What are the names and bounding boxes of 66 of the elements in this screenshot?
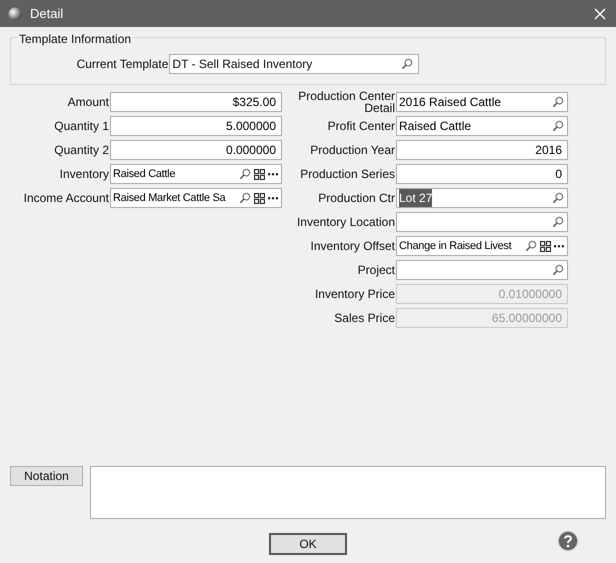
field-value: Change in Raised Livest xyxy=(399,238,512,254)
field-label: Inventory xyxy=(58,168,110,180)
field-label: Production Year xyxy=(309,144,396,156)
input-field[interactable]: Lot 27 xyxy=(396,188,568,208)
field-value: $325.00 xyxy=(232,94,276,111)
field-value: Lot 27 xyxy=(399,189,432,207)
field-label: Project xyxy=(356,264,396,276)
grid-icon[interactable] xyxy=(254,192,265,204)
search-icon[interactable] xyxy=(552,96,564,108)
input-field[interactable]: 2016 xyxy=(396,140,568,160)
field-label: Inventory Price xyxy=(314,288,396,300)
field-value: Raised Market Cattle Sa xyxy=(113,190,226,206)
search-icon[interactable] xyxy=(552,192,564,204)
field-value: 2016 xyxy=(535,142,562,159)
search-icon[interactable] xyxy=(552,216,564,228)
field-value: Raised Cattle xyxy=(399,118,472,135)
input-field[interactable] xyxy=(396,260,568,280)
ok-button[interactable]: OK xyxy=(269,533,347,555)
input-field[interactable]: Raised Cattle xyxy=(396,116,568,136)
search-icon[interactable] xyxy=(239,192,251,204)
search-icon[interactable] xyxy=(401,58,414,70)
field-label: Inventory Offset xyxy=(310,240,396,252)
notation-button[interactable]: Notation xyxy=(10,466,83,486)
field-value: DT - Sell Raised Inventory xyxy=(172,56,314,73)
field-label: Quantity 1 xyxy=(53,120,110,132)
more-icon[interactable] xyxy=(268,172,278,176)
field-value: 5.000000 xyxy=(226,118,276,135)
field-value: 0 xyxy=(555,166,562,183)
input-field[interactable]: Raised Cattle xyxy=(110,164,282,184)
field-value: Raised Cattle xyxy=(113,166,176,182)
input-field[interactable]: 0.000000 xyxy=(110,140,282,160)
input-field[interactable]: 5.000000 xyxy=(110,116,282,136)
input-field[interactable] xyxy=(396,212,568,232)
input-field[interactable]: 0 xyxy=(396,164,568,184)
field-value: 65.00000000 xyxy=(492,310,562,327)
field-label: Inventory Location xyxy=(296,216,396,228)
field-label: Profit Center xyxy=(326,120,396,132)
search-icon[interactable] xyxy=(552,120,564,132)
window-title: Detail xyxy=(30,4,64,23)
field-label: Quantity 2 xyxy=(53,144,110,156)
search-icon[interactable] xyxy=(525,240,537,252)
search-icon[interactable] xyxy=(552,264,564,276)
app-icon xyxy=(8,6,22,20)
input-field[interactable]: DT - Sell Raised Inventory xyxy=(169,54,420,74)
grid-icon[interactable] xyxy=(540,240,551,252)
field-value: 0.000000 xyxy=(226,142,276,159)
close-icon[interactable] xyxy=(594,8,606,20)
search-icon[interactable] xyxy=(239,168,251,180)
field-label: Production Series xyxy=(299,168,396,180)
field-label: Amount xyxy=(66,96,110,108)
field-label: Income Account xyxy=(22,192,110,204)
grid-icon[interactable] xyxy=(254,168,265,180)
input-field[interactable]: Change in Raised Livest xyxy=(396,236,568,256)
input-field[interactable]: 2016 Raised Cattle xyxy=(396,92,568,112)
field-value: 2016 Raised Cattle xyxy=(399,94,502,111)
input-field[interactable]: Raised Market Cattle Sa xyxy=(110,188,282,208)
field-label: Sales Price xyxy=(333,312,396,324)
notation-field[interactable] xyxy=(90,466,606,519)
input-field[interactable]: $325.00 xyxy=(110,92,282,112)
field-label: Production Ctr xyxy=(317,192,396,204)
field-value: 0.01000000 xyxy=(498,286,562,303)
more-icon[interactable] xyxy=(268,196,278,200)
help-icon[interactable] xyxy=(557,530,579,552)
field-label: Current Template xyxy=(76,56,168,73)
field-label: Production Center Detail xyxy=(297,90,396,114)
more-icon[interactable] xyxy=(554,244,564,248)
